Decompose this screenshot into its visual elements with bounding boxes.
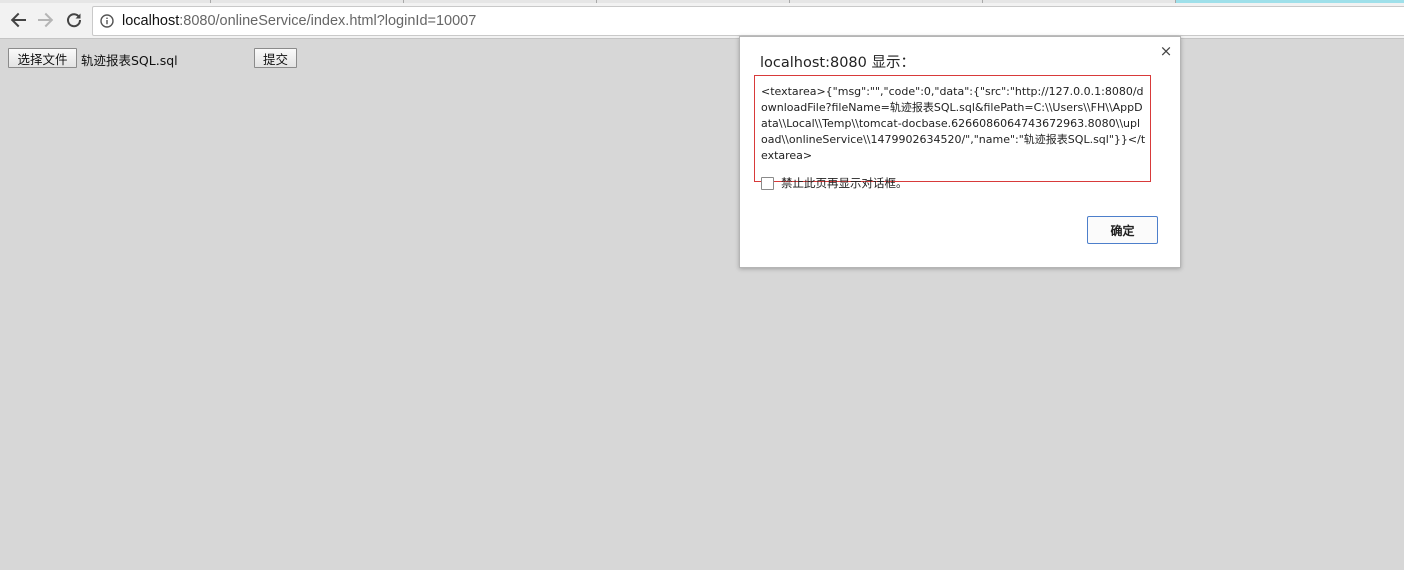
reload-button[interactable] [62,8,86,32]
arrow-right-icon [38,12,54,28]
selected-file-name: 轨迹报表SQL.sql [81,53,178,68]
message-highlight-box: <textarea>{"msg":"","code":0,"data":{"sr… [754,75,1151,182]
back-button[interactable] [6,8,30,32]
address-bar[interactable]: localhost:8080/onlineService/index.html?… [92,6,1404,36]
url-path: :8080/onlineService/index.html?loginId=1… [179,13,477,29]
url-text[interactable]: localhost:8080/onlineService/index.html?… [122,13,476,29]
ok-button[interactable]: 确定 [1087,216,1158,244]
submit-button[interactable]: 提交 [254,48,297,68]
alert-dialog: localhost:8080 显示： × <textarea>{"msg":""… [739,36,1181,268]
choose-file-button[interactable]: 选择文件 [8,48,77,68]
arrow-left-icon [10,12,26,28]
suppress-dialogs-checkbox[interactable] [761,176,774,190]
suppress-dialogs-label: 禁止此页再显示对话框。 [781,176,908,190]
reload-icon [67,13,82,28]
browser-toolbar: localhost:8080/onlineService/index.html?… [0,3,1404,39]
info-icon[interactable] [100,14,114,28]
forward-button[interactable] [34,8,58,32]
dialog-title: localhost:8080 显示： [760,55,915,71]
dialog-message: <textarea>{"msg":"","code":0,"data":{"sr… [761,85,1146,162]
url-host: localhost [122,13,180,29]
page-content: 选择文件 轨迹报表SQL.sql 提交 [0,40,1404,570]
close-icon[interactable]: × [1158,42,1174,60]
suppress-dialogs-row[interactable]: 禁止此页再显示对话框。 [761,175,908,191]
